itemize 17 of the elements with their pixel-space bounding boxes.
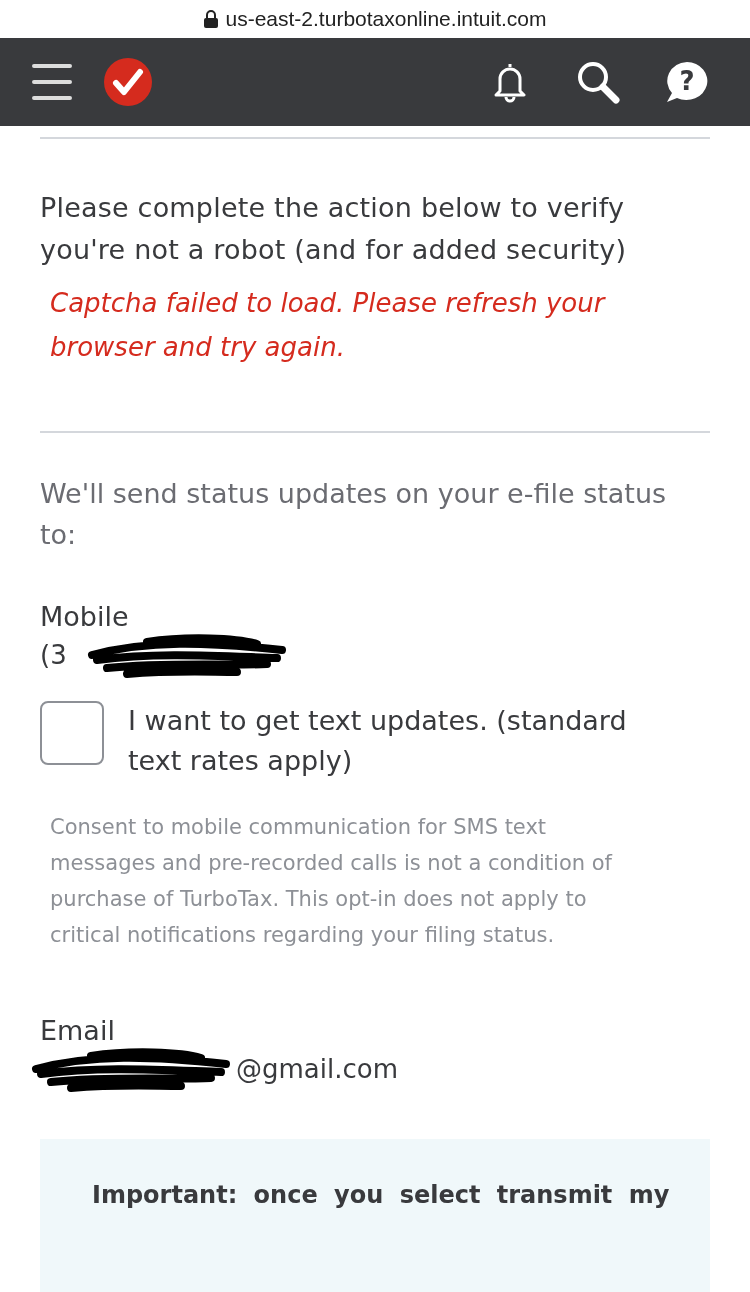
text-updates-checkbox[interactable] [40, 701, 104, 765]
search-icon[interactable] [576, 60, 620, 104]
consent-disclaimer: Consent to mobile communication for SMS text messages and pre-recorded calls is not a condition of purchase of TurboTax. This opt-in does not apply to critical notifications regarding your filing status. [50, 814, 614, 949]
mobile-number: (3 [40, 640, 67, 670]
checkmark-logo-icon[interactable] [104, 58, 152, 106]
status-updates-intro: We'll send status updates on your e-file status to: [40, 477, 668, 552]
url-text[interactable]: us-east-2.turbotaxonline.intuit.com [225, 7, 547, 31]
bell-icon[interactable] [492, 61, 528, 103]
captcha-error-message: Captcha failed to load. Please refresh your browser and try again. [50, 287, 607, 364]
help-icon[interactable]: ? [664, 60, 710, 104]
text-updates-label[interactable]: I want to get text updates. (standard text rates apply) [128, 701, 653, 781]
captcha-prompt: Please complete the action below to verify you're not a robot (and for added security) [40, 191, 628, 267]
email-label: Email [40, 1014, 116, 1048]
mobile-label: Mobile [40, 600, 130, 634]
email-address: @gmail.com [236, 1054, 398, 1084]
important-notice-text: Important: once you select transmit my [92, 1181, 671, 1209]
lock-icon [203, 10, 218, 28]
